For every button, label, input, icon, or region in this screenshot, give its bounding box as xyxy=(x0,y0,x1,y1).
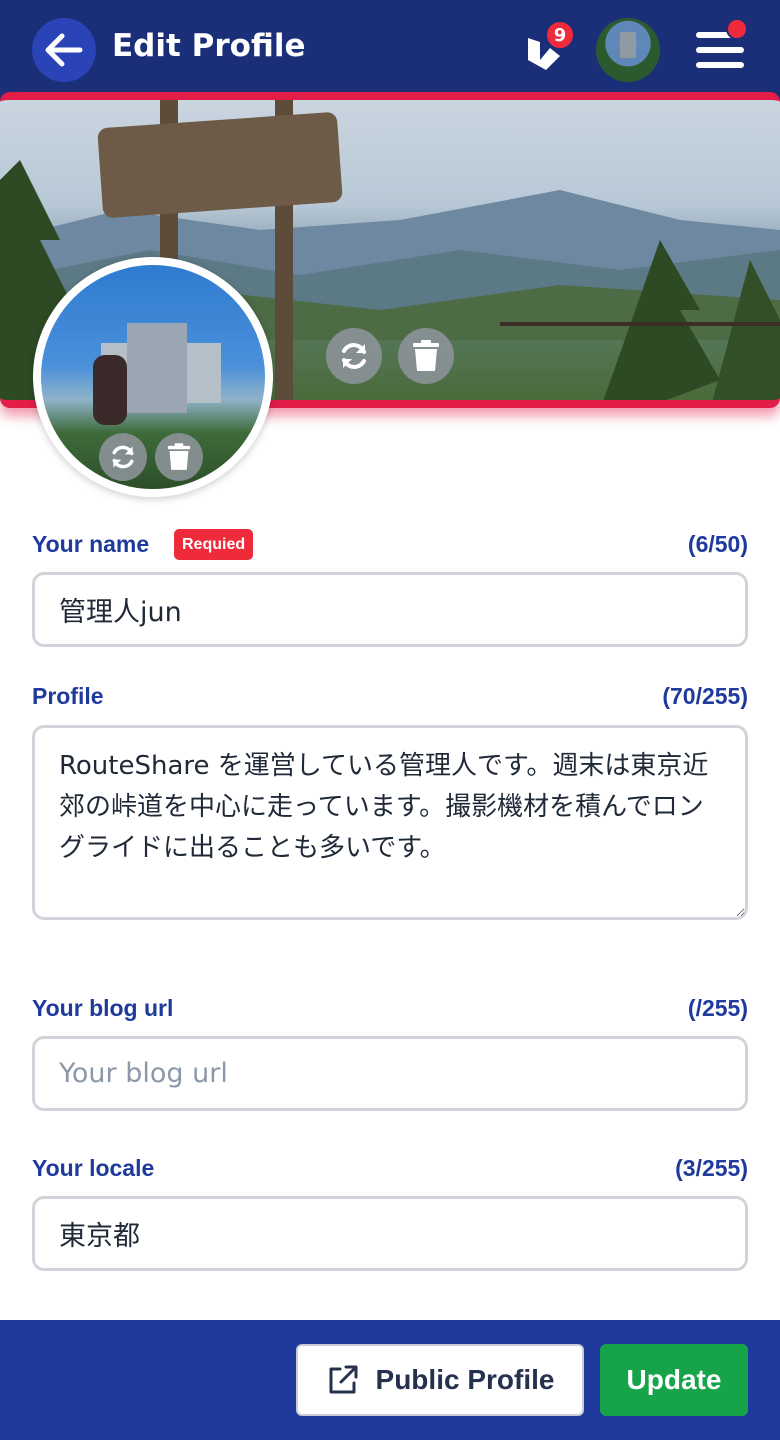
locale-input[interactable] xyxy=(32,1196,748,1271)
cover-actions xyxy=(326,328,454,384)
back-button[interactable] xyxy=(32,18,96,82)
blog-url-char-count: (/255) xyxy=(687,995,748,1021)
cover-delete-button[interactable] xyxy=(398,328,454,384)
menu-button[interactable] xyxy=(692,18,748,74)
name-label: Your name xyxy=(32,531,150,557)
name-input[interactable] xyxy=(32,572,748,647)
notification-badge: 9 xyxy=(545,20,575,50)
avatar[interactable] xyxy=(596,18,660,82)
profile-avatar xyxy=(33,257,273,497)
profile-char-count: (70/255) xyxy=(662,683,748,709)
page-title: Edit Profile xyxy=(112,28,306,64)
blog-url-label: Your blog url xyxy=(32,995,174,1021)
required-badge: Requied xyxy=(174,529,254,560)
locale-label: Your locale xyxy=(32,1155,155,1181)
avatar-actions xyxy=(99,433,203,481)
public-profile-button[interactable]: Public Profile xyxy=(296,1344,584,1416)
trash-icon xyxy=(167,443,191,470)
trash-icon xyxy=(413,340,439,371)
profile-textarea[interactable]: RouteShare を運営している管理人です。週末は東京近郊の峠道を中心に走っ… xyxy=(32,725,748,920)
refresh-icon xyxy=(342,343,366,369)
name-char-count: (6/50) xyxy=(687,531,748,557)
menu-notification-dot xyxy=(726,18,748,40)
locale-char-count: (3/255) xyxy=(675,1155,748,1181)
arrow-left-icon xyxy=(45,33,83,67)
update-button[interactable]: Update xyxy=(600,1344,748,1416)
cover-change-button[interactable] xyxy=(326,328,382,384)
blog-url-input[interactable] xyxy=(32,1036,748,1111)
app-header: Edit Profile 9 xyxy=(0,0,780,100)
external-link-icon xyxy=(329,1365,358,1394)
footer-bar: Public Profile Update xyxy=(0,1320,780,1440)
public-profile-label: Public Profile xyxy=(375,1364,555,1395)
avatar-change-button[interactable] xyxy=(99,433,147,481)
avatar-delete-button[interactable] xyxy=(155,433,203,481)
profile-label: Profile xyxy=(32,683,104,709)
refresh-icon xyxy=(112,445,134,469)
